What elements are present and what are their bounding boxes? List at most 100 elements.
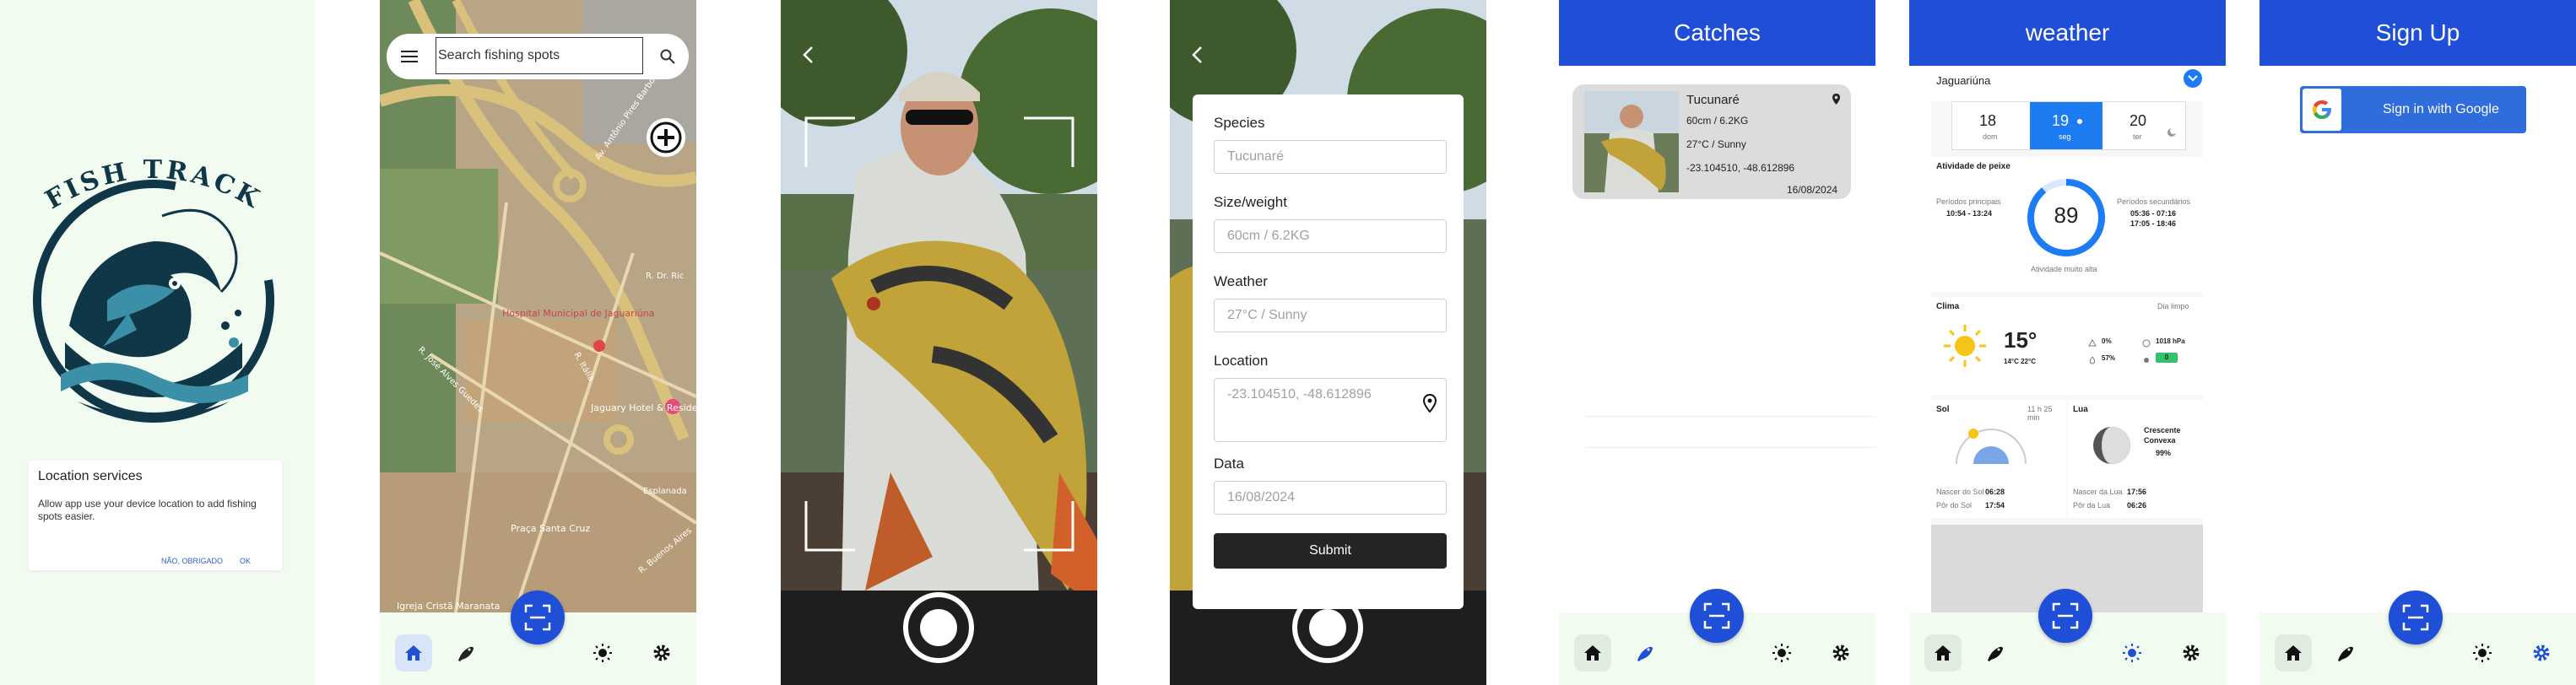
add-catch-screen: Species Tucunaré Size/weight 60cm / 6.2K… <box>1170 0 1486 685</box>
add-spot-icon[interactable] <box>647 118 685 157</box>
shutter-button[interactable] <box>903 592 974 663</box>
nav-weather[interactable] <box>2464 634 2501 672</box>
fish-icon <box>1988 646 2003 661</box>
sun-duration: 11 h 25 min <box>2027 405 2053 422</box>
back-icon[interactable] <box>1184 34 1210 76</box>
moon-illumination: 99% <box>2156 449 2172 457</box>
camera-screen <box>781 0 1097 685</box>
weather-screen: weather Jaguariúna 18 dom 19 seg 20 ter <box>1909 0 2226 685</box>
nav-catches[interactable] <box>1626 634 1664 672</box>
dialog-body: Allow app use your device location to ad… <box>38 498 257 522</box>
weather-input[interactable]: 27°C / Sunny <box>1214 299 1447 332</box>
scan-icon <box>1703 602 1730 629</box>
catch-location: -23.104510, -48.612896 <box>1686 162 1795 174</box>
submit-button[interactable]: Submit <box>1214 533 1447 569</box>
main-periods-label: Períodos principais <box>1936 197 2001 206</box>
moonrise-label: Nascer da Lua <box>2073 488 2123 496</box>
nav-home[interactable] <box>1924 634 1962 672</box>
moonset-time: 06:26 <box>2127 501 2147 510</box>
city-header: Jaguariúna <box>1931 66 2203 101</box>
species-input[interactable]: Tucunaré <box>1214 140 1447 174</box>
nav-settings[interactable] <box>2523 634 2560 672</box>
nav-home[interactable] <box>2275 634 2312 672</box>
catch-size: 60cm / 6.2KG <box>1686 115 1749 127</box>
catch-date: 16/08/2024 <box>1787 184 1838 196</box>
location-label: Location <box>1214 353 1269 369</box>
search-input[interactable]: Search fishing spots <box>436 37 643 74</box>
sun-icon <box>2473 644 2492 662</box>
dialog-decline-button[interactable]: NÃO, OBRIGADO <box>161 557 223 565</box>
nav-weather[interactable] <box>584 634 621 672</box>
day-number: 18 <box>1979 112 1997 129</box>
map-label-street-5: Esplanada <box>643 487 687 496</box>
page-title: weather <box>1909 0 2226 66</box>
search-icon[interactable] <box>655 44 680 69</box>
google-signin-button[interactable]: Sign in with Google <box>2300 86 2526 133</box>
gear-icon <box>653 645 670 661</box>
gear-icon <box>2533 645 2550 661</box>
sun-icon <box>1772 644 1791 662</box>
sunrise-label: Nascer do Sol <box>1936 488 1984 496</box>
pressure: 1018 hPa <box>2156 337 2185 345</box>
location-input[interactable]: -23.104510, -48.612896 <box>1214 378 1447 442</box>
scan-button[interactable] <box>2389 591 2443 645</box>
google-signin-label: Sign in with Google <box>2383 102 2499 116</box>
chevron-down-icon[interactable] <box>2184 69 2202 88</box>
catch-card[interactable]: Tucunaré 60cm / 6.2KG 27°C / Sunny -23.1… <box>1572 84 1851 199</box>
species-label: Species <box>1214 115 1265 131</box>
clima-summary: Dia limpo <box>2157 302 2189 310</box>
home-icon <box>1935 645 1951 661</box>
scan-button[interactable] <box>511 591 565 645</box>
back-icon[interactable] <box>795 34 820 76</box>
location-permission-dialog: Location services Allow app use your dev… <box>29 461 282 570</box>
size-input[interactable]: 60cm / 6.2KG <box>1214 219 1447 253</box>
map-label-hospital: Hospital Municipal de Jaguariúna <box>502 308 654 319</box>
nav-weather[interactable] <box>1763 634 1800 672</box>
splash-screen: FISH TRACK Location services Allow app u… <box>0 0 316 685</box>
catch-photo <box>1584 91 1679 192</box>
moon-section: Lua Crescente Convexa 99% Nascer da Lua … <box>2068 400 2203 518</box>
nav-catches[interactable] <box>2327 634 2364 672</box>
nav-settings[interactable] <box>643 634 680 672</box>
selected-dot <box>2077 119 2082 124</box>
activity-score: 89 <box>2054 202 2079 228</box>
nav-weather[interactable] <box>2113 634 2151 672</box>
app-logo: FISH TRACK <box>27 148 280 427</box>
map-view[interactable]: Hospital Municipal de Jaguariúna Jaguary… <box>380 0 696 612</box>
day-item[interactable]: 20 ter <box>2102 102 2185 149</box>
location-input-value: -23.104510, -48.612896 <box>1227 387 1372 402</box>
sun-arc-icon <box>1953 423 2029 467</box>
pressure-icon <box>2142 339 2151 348</box>
scan-button[interactable] <box>2038 589 2092 643</box>
nav-home[interactable] <box>1574 634 1611 672</box>
moon-icon <box>2167 127 2177 138</box>
nav-settings[interactable] <box>2173 634 2210 672</box>
date-input[interactable]: 16/08/2024 <box>1214 481 1447 515</box>
moonrise-time: 17:56 <box>2127 488 2147 496</box>
temperature-range: 14°C 22°C <box>2004 358 2036 365</box>
day-item[interactable]: 18 dom <box>1952 102 2030 149</box>
dialog-ok-button[interactable]: OK <box>240 557 251 565</box>
catch-form: Species Tucunaré Size/weight 60cm / 6.2K… <box>1193 94 1464 609</box>
gear-icon <box>2183 645 2200 661</box>
home-icon <box>1584 645 1601 661</box>
nav-catches[interactable] <box>1977 634 2014 672</box>
nav-settings[interactable] <box>1822 634 1859 672</box>
day-number: 19 <box>2052 112 2070 129</box>
scan-button[interactable] <box>1690 589 1744 643</box>
dialog-title: Location services <box>38 469 143 483</box>
catches-screen: Catches Tucunaré 60cm / 6.2KG 27°C / Sun… <box>1559 0 1875 685</box>
nav-home[interactable] <box>395 634 432 672</box>
google-icon <box>2303 89 2341 131</box>
nav-catches[interactable] <box>447 634 484 672</box>
activity-gauge: 89 <box>2024 175 2108 260</box>
temperature: 15° <box>2004 327 2038 353</box>
city-name: Jaguariúna <box>1936 74 1991 87</box>
fish-icon <box>2338 646 2353 661</box>
menu-icon[interactable] <box>397 44 422 69</box>
location-pin-icon[interactable] <box>1423 394 1437 413</box>
fish-icon <box>1637 646 1653 661</box>
moon-phase: Crescente Convexa <box>2144 426 2181 445</box>
day-item-selected[interactable]: 19 seg <box>2030 102 2102 149</box>
sunrise-time: 06:28 <box>1985 488 2005 496</box>
